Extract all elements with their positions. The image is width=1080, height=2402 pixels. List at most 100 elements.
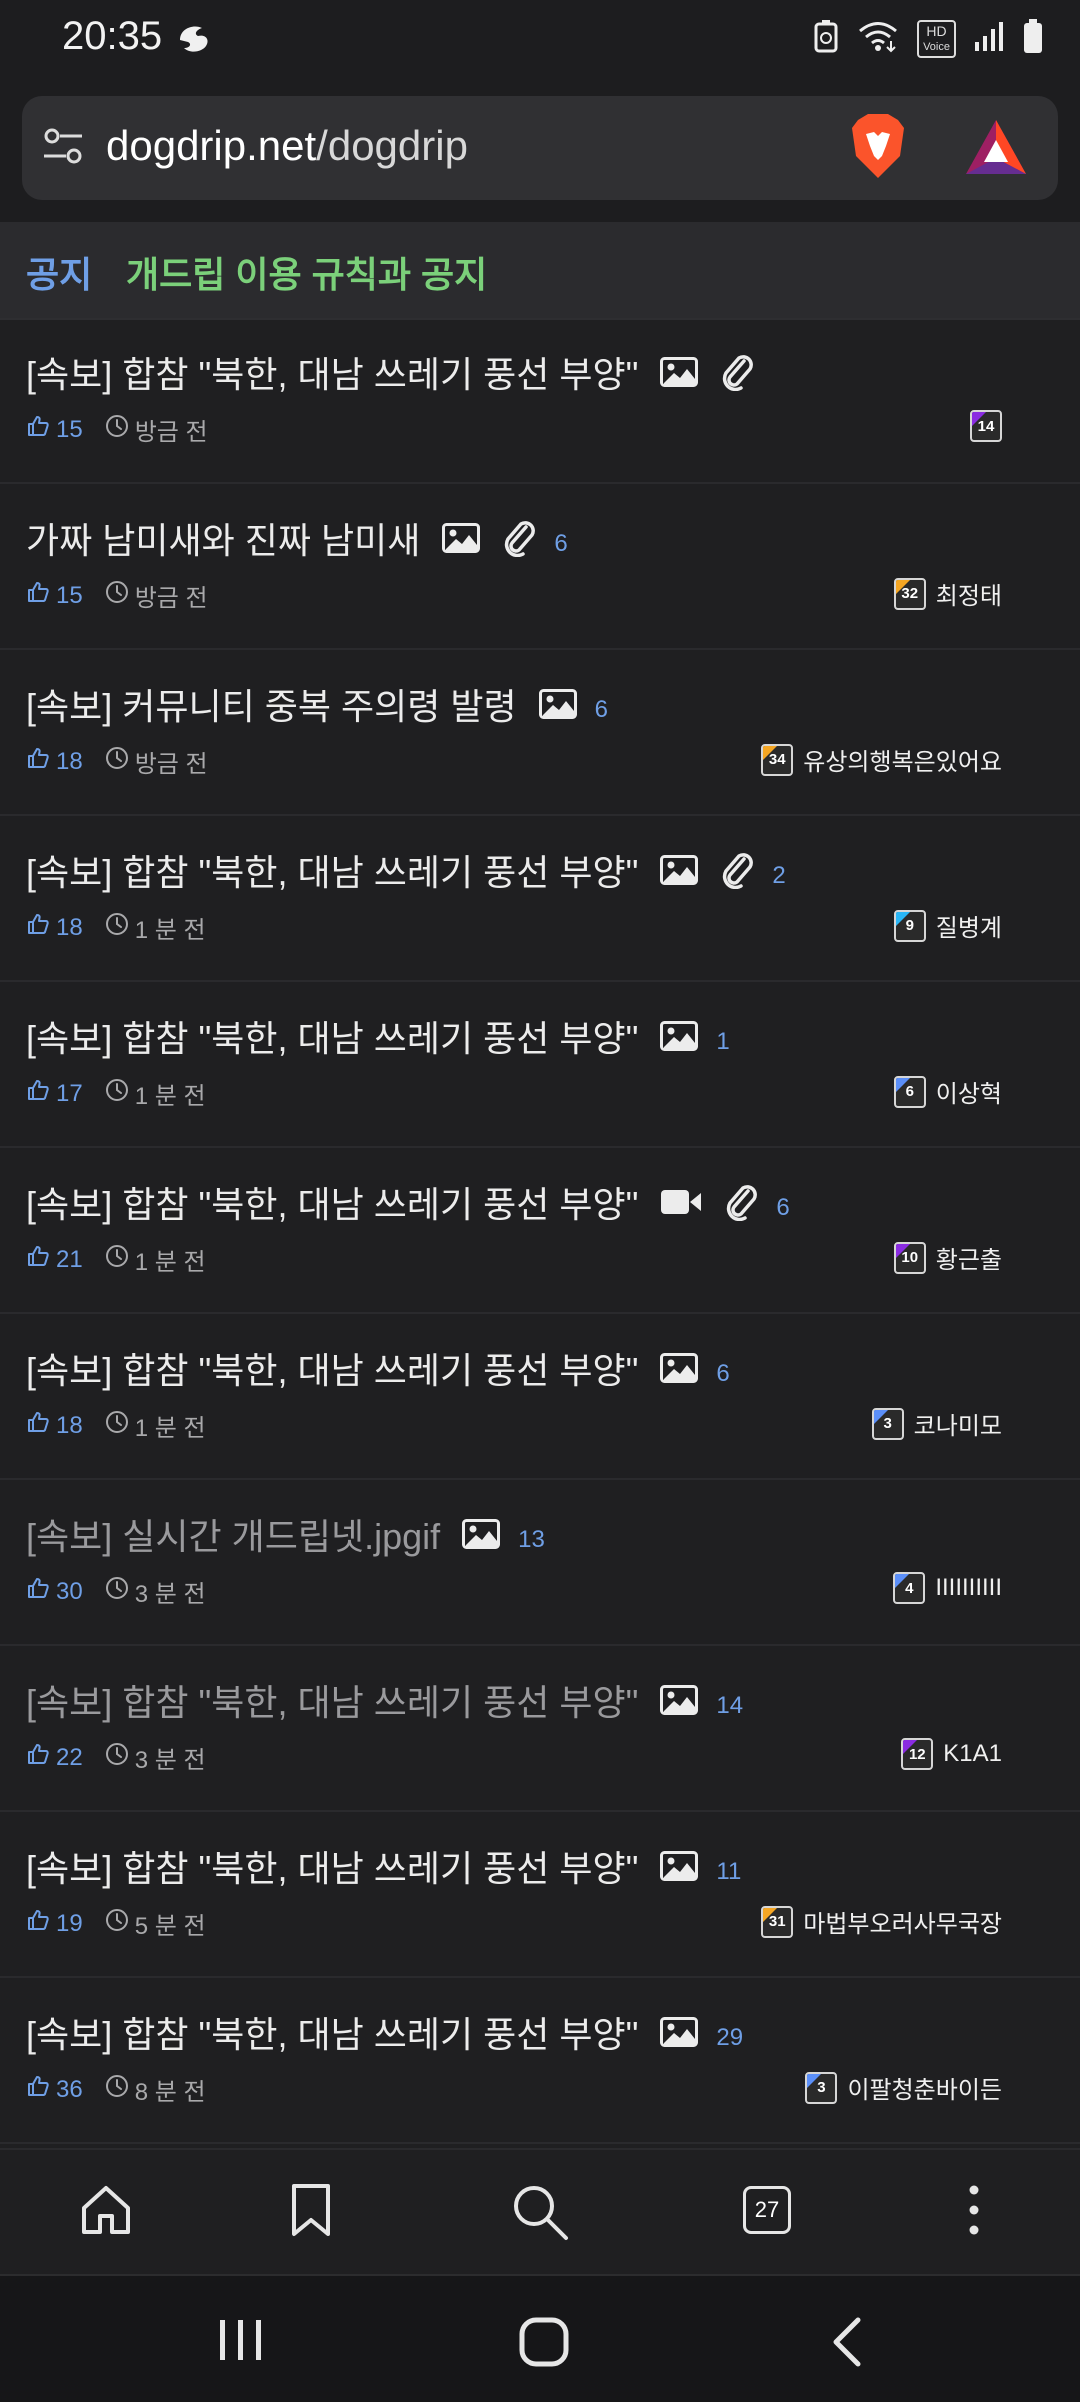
comment-count: 6	[594, 696, 608, 723]
author-name[interactable]: 코나미모	[914, 1406, 1002, 1441]
search-icon[interactable]	[510, 2182, 570, 2247]
level-number: 10	[901, 1249, 919, 1266]
post-meta: 19 5 분 전	[26, 1906, 206, 1941]
author-name[interactable]: IIIIIIIIII	[935, 1574, 1002, 1602]
tune-icon[interactable]	[42, 126, 86, 171]
clock-icon	[105, 2074, 129, 2105]
post-author[interactable]: 31 마법부오러사무국장	[761, 1904, 1002, 1939]
post-item[interactable]: [속보] 합참 "북한, 대남 쓰레기 풍선 부양" 14 22 3 분 전 1…	[0, 1646, 1080, 1812]
status-icons: HD Voice	[813, 18, 1044, 59]
post-time: 5 분 전	[134, 1913, 206, 1940]
assistant-icon	[172, 18, 216, 63]
post-title-row[interactable]: 가짜 남미새와 진짜 남미새 6	[26, 512, 568, 564]
post-title-row[interactable]: [속보] 실시간 개드립넷.jpgif 13	[26, 1508, 545, 1560]
tabs-icon[interactable]: 27	[743, 2186, 791, 2234]
post-author[interactable]: 12 K1A1	[901, 1738, 1002, 1770]
post-title[interactable]: [속보] 합참 "북한, 대남 쓰레기 풍선 부양"	[26, 1010, 638, 1062]
post-item[interactable]: [속보] 합참 "북한, 대남 쓰레기 풍선 부양" 29 36 8 분 전 3…	[0, 1978, 1080, 2144]
clock-icon	[105, 1244, 129, 1275]
post-title-row[interactable]: [속보] 합참 "북한, 대남 쓰레기 풍선 부양" 6	[26, 1342, 730, 1394]
bat-rewards-icon[interactable]	[964, 118, 1028, 181]
post-author[interactable]: 3 코나미모	[871, 1406, 1002, 1441]
level-badge-icon: 3	[805, 2071, 838, 2104]
post-title-row[interactable]: [속보] 합참 "북한, 대남 쓰레기 풍선 부양" 1	[26, 1010, 730, 1062]
post-author[interactable]: 10 황근출	[893, 1240, 1002, 1275]
post-author[interactable]: 14	[970, 410, 1002, 442]
post-item[interactable]: [속보] 합참 "북한, 대남 쓰레기 풍선 부양" 15 방금 전 14	[0, 318, 1080, 484]
image-icon	[538, 689, 577, 719]
post-time: 방금 전	[134, 419, 208, 446]
like-count: 21	[56, 1245, 83, 1273]
level-badge-icon: 10	[893, 1241, 926, 1274]
brave-shield-icon[interactable]	[848, 112, 908, 187]
signal-icon	[974, 20, 1004, 57]
post-item[interactable]: [속보] 합참 "북한, 대남 쓰레기 풍선 부양" 11 19 5 분 전 3…	[0, 1812, 1080, 1978]
notice-bar[interactable]: 공지 개드립 이용 규칙과 공지	[0, 222, 1080, 320]
post-author[interactable]: 3 이팔청춘바이든	[805, 2070, 1002, 2105]
post-meta: 17 1 분 전	[26, 1076, 206, 1111]
url-text[interactable]: dogdrip.net/dogdrip	[106, 122, 468, 170]
post-item[interactable]: 가짜 남미새와 진짜 남미새 6 15 방금 전 32 최정태	[0, 484, 1080, 650]
post-author[interactable]: 9 질병계	[893, 908, 1002, 943]
post-author[interactable]: 34 유상의행복은있어요	[761, 742, 1002, 777]
post-author[interactable]: 32 최정태	[893, 576, 1002, 611]
post-title[interactable]: [속보] 합참 "북한, 대남 쓰레기 풍선 부양"	[26, 1342, 638, 1394]
author-name[interactable]: 이팔청춘바이든	[847, 2070, 1002, 2105]
post-title[interactable]: [속보] 합참 "북한, 대남 쓰레기 풍선 부양"	[26, 2006, 638, 2058]
more-icon[interactable]	[958, 2182, 990, 2243]
post-item[interactable]: [속보] 합참 "북한, 대남 쓰레기 풍선 부양" 2 18 1 분 전 9 …	[0, 816, 1080, 982]
author-name[interactable]: 마법부오러사무국장	[803, 1904, 1002, 1939]
post-item[interactable]: [속보] 실시간 개드립넷.jpgif 13 30 3 분 전 4 IIIIII…	[0, 1480, 1080, 1646]
post-time: 1 분 전	[134, 917, 206, 944]
level-badge-icon: 3	[871, 1407, 904, 1440]
thumbs-up-icon	[26, 1576, 50, 1607]
bookmark-icon[interactable]	[286, 2182, 336, 2243]
level-number: 3	[817, 2079, 826, 2096]
post-author[interactable]: 6 이상혁	[893, 1074, 1002, 1109]
battery-icon	[1022, 18, 1044, 59]
post-item[interactable]: [속보] 합참 "북한, 대남 쓰레기 풍선 부양" 6 21 1 분 전 10…	[0, 1148, 1080, 1314]
home-icon[interactable]	[78, 2182, 134, 2243]
author-name[interactable]: K1A1	[943, 1740, 1002, 1768]
post-title[interactable]: [속보] 합참 "북한, 대남 쓰레기 풍선 부양"	[26, 1176, 638, 1228]
post-title[interactable]: [속보] 합참 "북한, 대남 쓰레기 풍선 부양"	[26, 844, 638, 896]
thumbs-up-icon	[26, 746, 50, 777]
like-count: 15	[56, 415, 83, 443]
thumbs-up-icon	[26, 1742, 50, 1773]
level-badge-icon: 12	[901, 1738, 934, 1770]
level-number: 6	[905, 1083, 914, 1100]
post-title-row[interactable]: [속보] 합참 "북한, 대남 쓰레기 풍선 부양" 2	[26, 844, 786, 896]
author-name[interactable]: 유상의행복은있어요	[803, 742, 1002, 777]
author-name[interactable]: 질병계	[936, 908, 1002, 943]
post-title[interactable]: [속보] 합참 "북한, 대남 쓰레기 풍선 부양"	[26, 1840, 638, 1892]
level-number: 4	[905, 1579, 914, 1597]
post-item[interactable]: [속보] 커뮤니티 중복 주의령 발령 6 18 방금 전 34 유상의행복은있…	[0, 650, 1080, 816]
post-title-row[interactable]: [속보] 커뮤니티 중복 주의령 발령 6	[26, 678, 608, 730]
post-title-row[interactable]: [속보] 합참 "북한, 대남 쓰레기 풍선 부양" 6	[26, 1176, 790, 1228]
post-title-row[interactable]: [속보] 합참 "북한, 대남 쓰레기 풍선 부양" 11	[26, 1840, 741, 1892]
post-item[interactable]: [속보] 합참 "북한, 대남 쓰레기 풍선 부양" 6 18 1 분 전 3 …	[0, 1314, 1080, 1480]
post-title-row[interactable]: [속보] 합참 "북한, 대남 쓰레기 풍선 부양"	[26, 346, 754, 398]
post-author[interactable]: 4 IIIIIIIIII	[893, 1572, 1002, 1604]
post-title-row[interactable]: [속보] 합참 "북한, 대남 쓰레기 풍선 부양" 14	[26, 1674, 743, 1726]
home-nav-icon[interactable]	[518, 2316, 570, 2373]
recent-apps-icon[interactable]	[216, 2316, 266, 2369]
like-count: 36	[56, 2075, 83, 2103]
post-title[interactable]: [속보] 커뮤니티 중복 주의령 발령	[26, 678, 517, 730]
post-title-row[interactable]: [속보] 합참 "북한, 대남 쓰레기 풍선 부양" 29	[26, 2006, 743, 2058]
post-item[interactable]: [속보] 합참 "북한, 대남 쓰레기 풍선 부양" 1 17 1 분 전 6 …	[0, 982, 1080, 1148]
comment-count: 13	[518, 1526, 545, 1553]
back-icon[interactable]	[826, 2316, 866, 2373]
image-icon	[442, 523, 481, 553]
post-title[interactable]: [속보] 합참 "북한, 대남 쓰레기 풍선 부양"	[26, 346, 638, 398]
post-title[interactable]: 가짜 남미새와 진짜 남미새	[26, 512, 420, 564]
author-name[interactable]: 최정태	[936, 576, 1002, 611]
post-title[interactable]: [속보] 실시간 개드립넷.jpgif	[26, 1508, 440, 1560]
address-bar[interactable]: dogdrip.net/dogdrip	[22, 96, 1058, 200]
notice-link[interactable]: 개드립 이용 규칙과 공지	[126, 246, 487, 298]
post-meta: 18 1 분 전	[26, 910, 206, 945]
post-title[interactable]: [속보] 합참 "북한, 대남 쓰레기 풍선 부양"	[26, 1674, 638, 1726]
author-name[interactable]: 황근출	[936, 1240, 1002, 1275]
post-time: 1 분 전	[134, 1249, 206, 1276]
author-name[interactable]: 이상혁	[936, 1074, 1002, 1109]
